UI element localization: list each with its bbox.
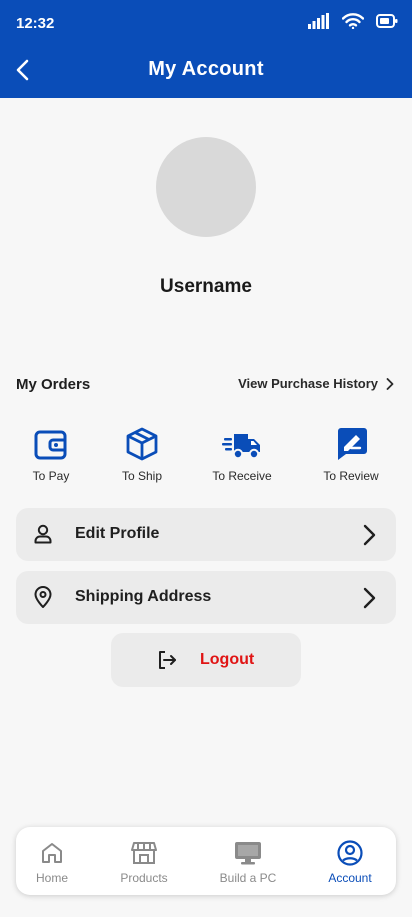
chevron-right-icon	[363, 524, 376, 546]
home-icon	[42, 843, 62, 863]
chevron-right-icon	[386, 377, 394, 390]
order-to-pay[interactable]: To Pay	[11, 425, 91, 483]
bottom-nav: Home Products Build a PC Account	[16, 827, 396, 895]
edit-profile-label: Edit Profile	[75, 525, 160, 542]
view-purchase-history-link[interactable]: View Purchase History	[238, 376, 394, 391]
signal-icon	[308, 13, 330, 34]
logout-button[interactable]: Logout	[111, 633, 301, 687]
order-to-ship-label: To Ship	[121, 469, 163, 483]
user-icon	[34, 524, 52, 544]
status-time: 12:32	[16, 15, 55, 32]
username: Username	[160, 276, 252, 297]
account-icon	[337, 840, 363, 866]
order-to-receive[interactable]: To Receive	[202, 425, 282, 483]
orders-title: My Orders	[16, 376, 91, 393]
shipping-address-button[interactable]: Shipping Address	[16, 571, 396, 624]
nav-products-label: Products	[120, 871, 168, 885]
nav-build-a-pc[interactable]: Build a PC	[206, 839, 290, 885]
page-title: My Account	[148, 58, 264, 80]
wifi-icon	[341, 13, 365, 34]
nav-home[interactable]: Home	[10, 839, 94, 885]
monitor-icon	[235, 842, 261, 865]
history-link-label: View Purchase History	[238, 376, 378, 391]
order-to-review[interactable]: To Review	[311, 425, 391, 483]
chevron-right-icon	[363, 587, 376, 609]
nav-home-label: Home	[35, 871, 68, 885]
nav-build-a-pc-label: Build a PC	[219, 871, 277, 885]
review-icon	[338, 428, 367, 460]
nav-account-label: Account	[328, 871, 372, 885]
battery-icon	[376, 14, 398, 33]
order-to-ship[interactable]: To Ship	[102, 425, 182, 483]
edit-profile-button[interactable]: Edit Profile	[16, 508, 396, 561]
order-to-receive-label: To Receive	[212, 469, 272, 483]
order-to-review-label: To Review	[323, 469, 379, 483]
status-icons	[308, 13, 398, 34]
app-header: 12:32 My Account	[0, 0, 412, 98]
location-icon	[34, 586, 52, 608]
box-icon	[126, 427, 158, 461]
logout-label: Logout	[200, 651, 255, 668]
wallet-icon	[34, 430, 67, 460]
nav-account[interactable]: Account	[308, 839, 392, 885]
shipping-address-label: Shipping Address	[75, 588, 212, 605]
logout-icon	[159, 651, 176, 669]
truck-icon	[222, 434, 260, 460]
status-bar: 12:32	[0, 0, 412, 46]
order-to-pay-label: To Pay	[32, 469, 70, 483]
nav-products[interactable]: Products	[102, 839, 186, 885]
store-icon	[131, 842, 157, 864]
avatar[interactable]	[156, 137, 256, 237]
